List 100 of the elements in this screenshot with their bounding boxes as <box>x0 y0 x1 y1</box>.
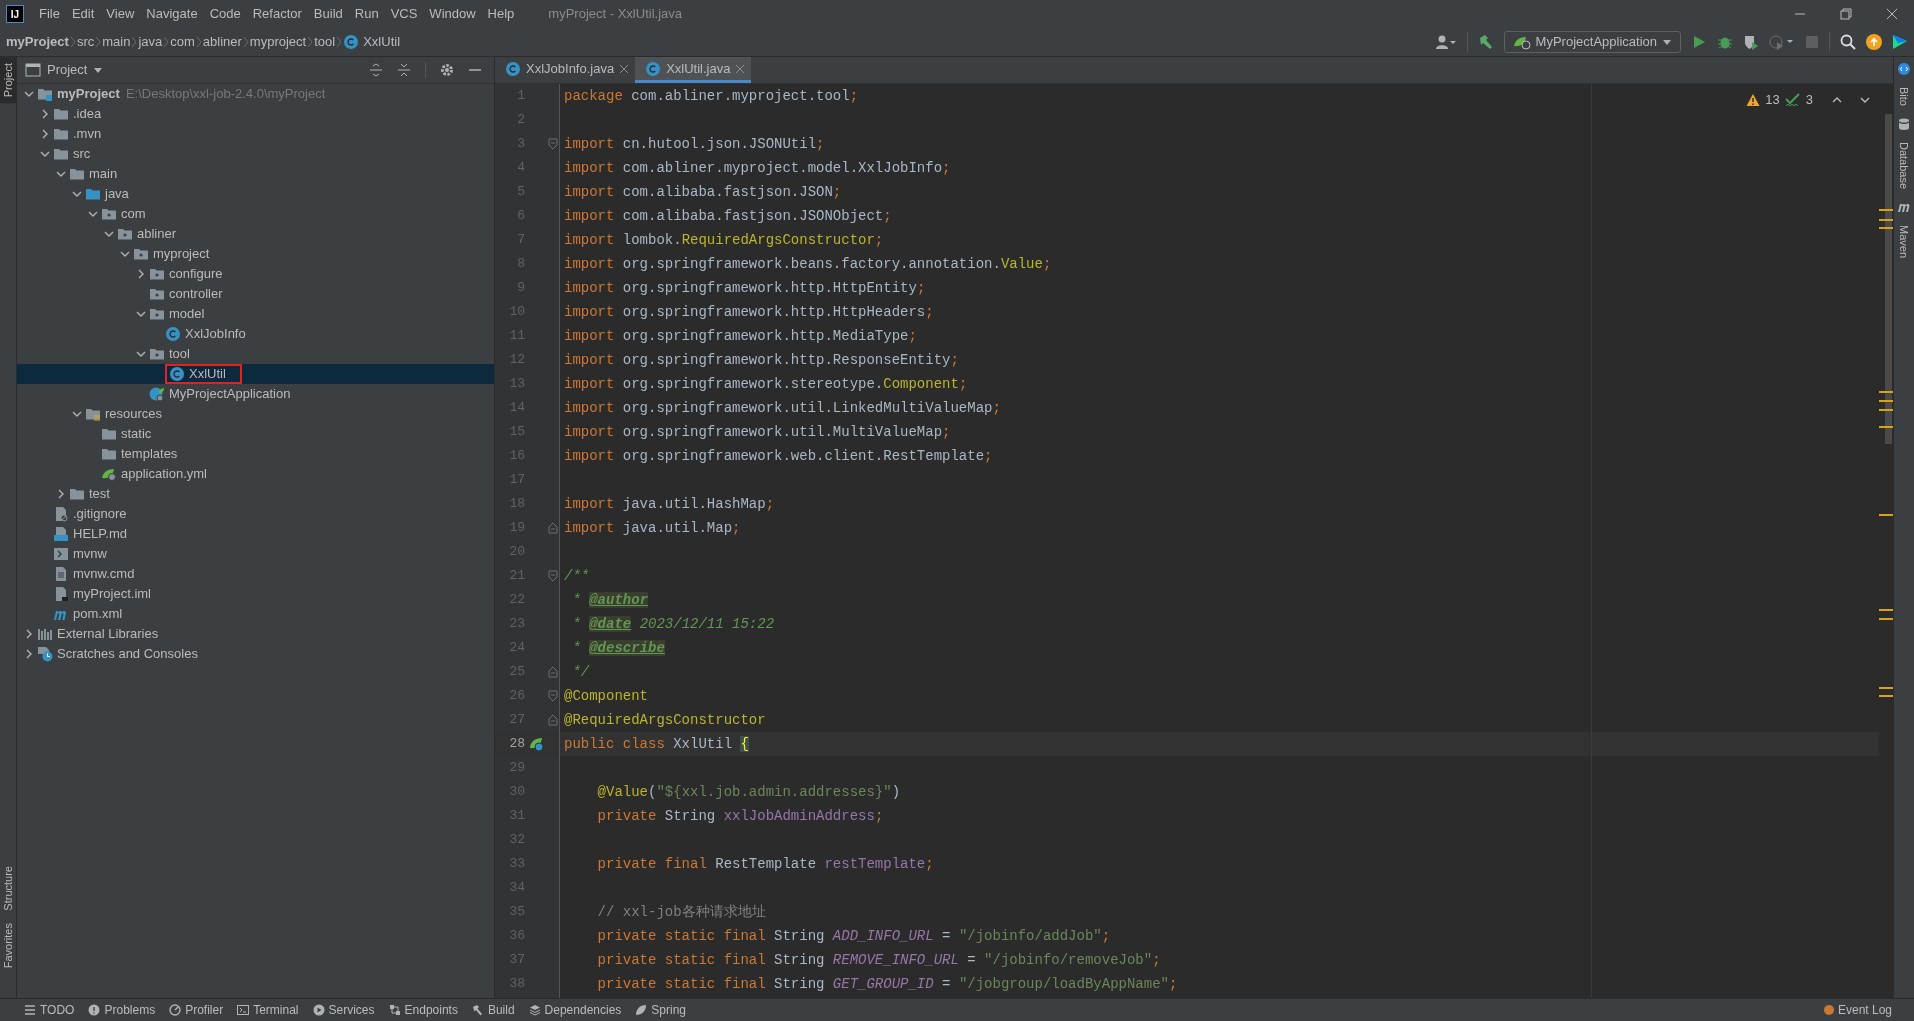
search-icon[interactable] <box>1840 34 1856 50</box>
typo-count[interactable]: 3 <box>1805 90 1813 110</box>
tree-row[interactable]: model <box>17 304 494 324</box>
tree-row[interactable]: resources <box>17 404 494 424</box>
tool-window-tab[interactable]: Project <box>0 57 17 104</box>
menu-item[interactable]: File <box>33 4 66 24</box>
panel-title[interactable]: Project <box>47 60 88 80</box>
fold-icon[interactable] <box>548 666 558 678</box>
tree-row[interactable]: templates <box>17 444 494 464</box>
tree-row[interactable]: .idea <box>17 104 494 124</box>
tree-row[interactable]: abliner <box>17 224 494 244</box>
tree-row[interactable]: MyProjectApplication <box>17 384 494 404</box>
tool-window-tab[interactable]: Maven <box>1895 225 1913 259</box>
tree-row[interactable]: mvnw <box>17 544 494 564</box>
tree-row[interactable]: myproject <box>17 244 494 264</box>
close-icon[interactable] <box>1886 8 1898 20</box>
tool-window-button[interactable]: Dependencies <box>528 1001 622 1019</box>
tree-row[interactable]: myProject E:\Desktop\xxl-job-2.4.0\myProject <box>17 84 494 104</box>
restore-icon[interactable] <box>1840 8 1852 20</box>
tree-row[interactable]: configure <box>17 264 494 284</box>
tree-row[interactable]: application.yml <box>17 464 494 484</box>
tree-row[interactable]: tool <box>17 344 494 364</box>
fold-icon[interactable] <box>548 522 558 534</box>
tool-window-button[interactable]: Profiler <box>169 1001 224 1019</box>
hammer-icon[interactable] <box>1477 34 1494 50</box>
menu-item[interactable]: Build <box>307 4 349 24</box>
run-configuration-dropdown[interactable]: MyProjectApplication <box>1503 31 1681 53</box>
fold-icon[interactable] <box>548 138 558 150</box>
tool-window-tab[interactable]: Favorites <box>0 916 17 974</box>
menu-item[interactable]: Navigate <box>140 4 204 24</box>
tree-row[interactable]: Scratches and Consoles <box>17 644 494 664</box>
fold-icon[interactable] <box>548 690 558 702</box>
breadcrumb-item[interactable]: myproject <box>249 32 307 52</box>
tree-row[interactable]: test <box>17 484 494 504</box>
tree-row[interactable]: java <box>17 184 494 204</box>
tree-label: src <box>73 145 91 164</box>
tree-row[interactable]: HELP.md <box>17 524 494 544</box>
breadcrumb-item[interactable]: XxlUtil <box>363 32 401 52</box>
endpoints-icon <box>388 1004 401 1016</box>
breadcrumb-item[interactable]: com <box>170 32 195 52</box>
breadcrumb-item[interactable]: tool <box>314 32 336 52</box>
collapse-all-icon[interactable] <box>397 63 411 77</box>
fold-icon[interactable] <box>548 714 558 726</box>
shield-run-icon[interactable] <box>1743 34 1759 50</box>
fold-icon[interactable] <box>548 570 558 582</box>
update-icon[interactable] <box>1866 34 1882 50</box>
menu-item[interactable]: Window <box>423 4 482 24</box>
tool-window-button[interactable]: Problems <box>88 1001 156 1019</box>
tree-row[interactable]: static <box>17 424 494 444</box>
event-log-button[interactable]: Event Log <box>1822 1001 1892 1019</box>
breadcrumb-item[interactable]: myProject <box>6 32 69 52</box>
menu-item[interactable]: Edit <box>65 4 101 24</box>
settings-icon[interactable] <box>440 63 454 77</box>
tool-window-tab[interactable]: Database <box>1895 141 1913 190</box>
toolbox-logo-icon[interactable] <box>1892 34 1908 50</box>
tool-window-tab[interactable]: Bito <box>1895 87 1913 106</box>
tool-window-button[interactable]: Spring <box>635 1001 686 1019</box>
tool-window-button[interactable]: Terminal <box>237 1001 299 1019</box>
breadcrumb-item[interactable]: src <box>76 32 95 52</box>
tree-row[interactable]: External Libraries <box>17 624 494 644</box>
tree-row[interactable]: .gitignore <box>17 504 494 524</box>
script-file-icon <box>53 546 69 562</box>
breadcrumb-item[interactable]: main <box>102 32 131 52</box>
warning-count[interactable]: 13 <box>1765 90 1780 110</box>
tool-window-button[interactable]: Endpoints <box>388 1001 458 1019</box>
editor-tab[interactable]: XxlUtil.java <box>635 57 752 83</box>
profile-caret-icon[interactable] <box>1769 34 1795 50</box>
folder-icon <box>53 126 69 142</box>
menu-item[interactable]: Code <box>203 4 247 24</box>
menu-item[interactable]: VCS <box>384 4 424 24</box>
tool-window-button[interactable]: TODO <box>24 1001 75 1019</box>
tool-window-tab[interactable]: Structure <box>0 860 17 917</box>
tree-row[interactable]: XxlUtil <box>17 364 494 384</box>
menu-item[interactable]: Help <box>481 4 521 24</box>
package-folder-icon <box>149 346 165 362</box>
editor-tab[interactable]: XxlJobInfo.java <box>495 57 636 83</box>
tree-row[interactable]: com <box>17 204 494 224</box>
close-icon[interactable] <box>619 63 630 74</box>
tree-row[interactable]: XxlJobInfo <box>17 324 494 344</box>
menu-item[interactable]: View <box>100 4 141 24</box>
menu-item[interactable]: Refactor <box>246 4 308 24</box>
tree-row[interactable]: controller <box>17 284 494 304</box>
expand-all-icon[interactable] <box>369 63 383 77</box>
breadcrumb-item[interactable]: java <box>138 32 163 52</box>
tree-row[interactable]: mvnw.cmd <box>17 564 494 584</box>
bean-gutter-icon[interactable] <box>528 736 544 752</box>
menu-item[interactable]: Run <box>348 4 385 24</box>
tree-row[interactable]: main <box>17 164 494 184</box>
tool-window-button[interactable]: Build <box>471 1001 515 1019</box>
tree-row[interactable]: .mvn <box>17 124 494 144</box>
caret-icon[interactable] <box>93 66 104 74</box>
code-line: */ <box>571 664 590 680</box>
user-caret-icon[interactable] <box>1434 34 1457 50</box>
breadcrumb-item[interactable]: abliner <box>202 32 242 52</box>
tree-label: application.yml <box>121 465 207 484</box>
tool-window-button[interactable]: Services <box>312 1001 375 1019</box>
run-icon[interactable] <box>1691 34 1707 50</box>
tree-row[interactable]: myProject.iml <box>17 584 494 604</box>
tree-row[interactable]: pom.xml <box>17 604 494 624</box>
tree-row[interactable]: src <box>17 144 494 164</box>
